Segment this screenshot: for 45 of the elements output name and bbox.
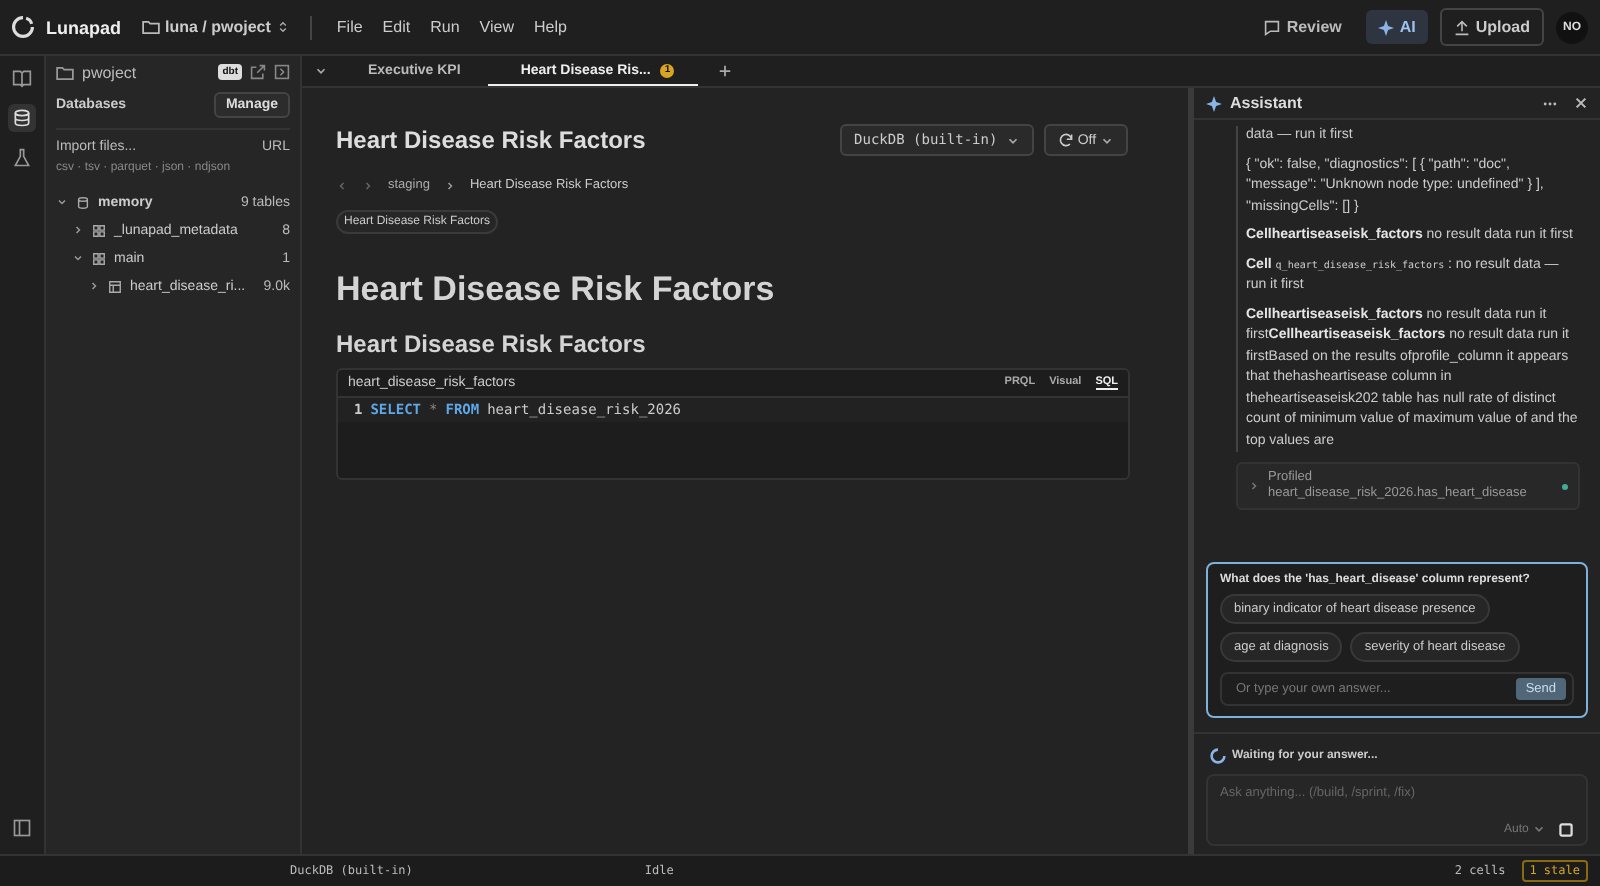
panel-icon[interactable] — [274, 64, 290, 80]
grid-icon — [92, 223, 106, 237]
more-icon[interactable] — [1542, 99, 1558, 107]
stop-icon[interactable] — [1558, 822, 1574, 838]
updown-icon — [276, 20, 291, 34]
back-icon[interactable] — [336, 179, 348, 191]
comment-icon — [1264, 19, 1281, 35]
spinner-icon — [1210, 748, 1226, 764]
menu-item[interactable]: Run — [426, 18, 464, 36]
chevron-down-icon — [1100, 133, 1114, 147]
chevron-down-icon — [1532, 822, 1546, 837]
toolbar-button[interactable]: Review — [1252, 10, 1354, 44]
database-icon — [76, 195, 90, 209]
chevron-down-icon — [1005, 133, 1020, 148]
sparkle-icon — [1377, 19, 1394, 35]
folder-icon — [141, 20, 159, 34]
toolbar-button[interactable]: Upload — [1439, 8, 1544, 46]
sparkle-icon — [1206, 95, 1222, 111]
plus-icon[interactable] — [718, 64, 733, 78]
chevron-down-icon[interactable] — [314, 64, 328, 78]
flask-icon[interactable] — [8, 144, 36, 172]
toolbar-button[interactable]: AI — [1365, 10, 1428, 44]
project-switcher[interactable]: luna / pwoject — [141, 18, 291, 36]
refresh-icon — [1057, 132, 1074, 148]
heading: Heart Disease Risk Factors — [336, 270, 775, 310]
chevron-right-icon — [443, 179, 456, 191]
external-link-icon[interactable] — [250, 64, 266, 80]
app-name: Lunapad — [46, 17, 121, 37]
document-title: Heart Disease Risk Factors — [336, 126, 646, 154]
upload-icon — [1453, 19, 1470, 35]
panel-toggle-icon[interactable] — [8, 814, 36, 842]
grid-icon — [92, 251, 106, 265]
project-name: pwoject — [82, 63, 139, 81]
subheading: Heart Disease Risk Factors — [336, 330, 646, 358]
database-icon[interactable] — [8, 104, 36, 132]
folder-icon — [56, 65, 74, 79]
table-icon — [108, 279, 122, 293]
logo-icon — [12, 16, 34, 38]
panel-title: Assistant — [1230, 94, 1303, 112]
chevron-right-icon — [1248, 480, 1260, 492]
forward-icon[interactable] — [362, 179, 374, 191]
menu-item[interactable]: File — [332, 18, 367, 36]
menu-item[interactable]: Help — [529, 18, 571, 36]
menu-item[interactable]: View — [475, 18, 518, 36]
menu-item[interactable]: Edit — [378, 18, 415, 36]
